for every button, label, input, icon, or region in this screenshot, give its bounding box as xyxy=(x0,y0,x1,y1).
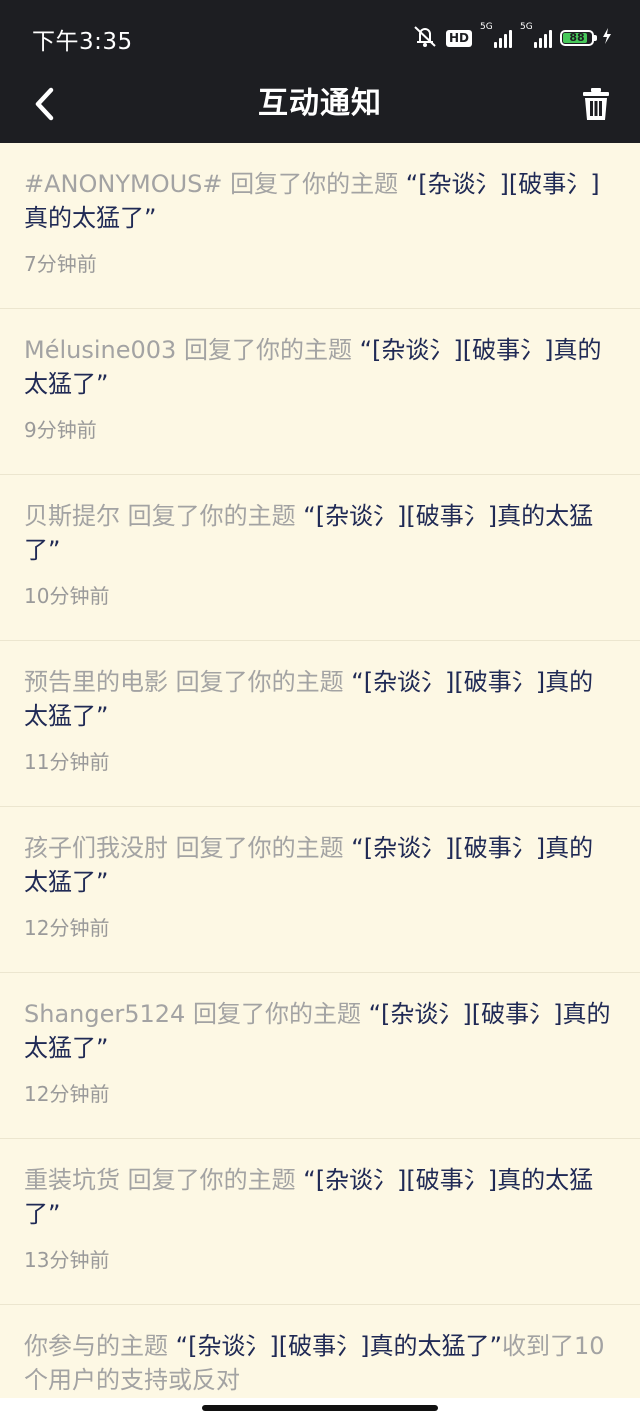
notification-action: 回复了你的主题 xyxy=(185,1000,369,1028)
mute-icon xyxy=(412,24,438,52)
notification-actor[interactable]: 重装坑货 xyxy=(24,1166,120,1194)
notification-time: 13分钟前 xyxy=(24,1248,110,1272)
battery-percent: 88 xyxy=(569,31,585,44)
status-icons: HD 5G 5G 88 xyxy=(412,23,612,52)
notification-action: 回复了你的主题 xyxy=(168,834,352,862)
notification-time: 7分钟前 xyxy=(24,252,97,276)
page-title: 互动通知 xyxy=(258,86,382,121)
home-indicator[interactable] xyxy=(0,1398,640,1422)
notification-time: 11分钟前 xyxy=(24,750,110,774)
header-bar: 互动通知 xyxy=(0,66,640,143)
network-type-2: 5G xyxy=(520,22,533,32)
notification-actor[interactable]: 预告里的电影 xyxy=(24,668,168,696)
notification-screen: 下午3:35 HD 5G 5G 88 互动通知 #ANONYMOUS# 回复了你… xyxy=(0,0,640,1422)
notification-text: 预告里的电影 回复了你的主题 “[杂谈氵][破事氵]真的太猛了” xyxy=(24,665,616,733)
notification-text: 贝斯提尔 回复了你的主题 “[杂谈氵][破事氵]真的太猛了” xyxy=(24,499,616,567)
notification-action: 回复了你的主题 xyxy=(222,170,406,198)
notification-actor[interactable]: #ANONYMOUS# xyxy=(24,170,223,198)
notification-actor: 你参与的主题 xyxy=(24,1332,176,1360)
notification-action: 回复了你的主题 xyxy=(120,1166,304,1194)
notification-text: #ANONYMOUS# 回复了你的主题 “[杂谈氵][破事氵]真的太猛了” xyxy=(24,167,616,235)
hd-voice-icon: HD xyxy=(445,29,472,47)
signal-icon-2: 5G xyxy=(520,23,552,48)
notification-list: #ANONYMOUS# 回复了你的主题 “[杂谈氵][破事氵]真的太猛了” 7分… xyxy=(0,143,640,1422)
notification-actor[interactable]: 孩子们我没肘 xyxy=(24,834,168,862)
delete-all-button[interactable] xyxy=(578,84,614,124)
notification-text: 你参与的主题 “[杂谈氵][破事氵]真的太猛了”收到了10个用户的支持或反对 xyxy=(24,1329,616,1397)
charging-icon xyxy=(602,28,612,48)
trash-icon xyxy=(583,88,609,120)
notification-actor[interactable]: 贝斯提尔 xyxy=(24,502,120,530)
status-time: 下午3:35 xyxy=(32,29,133,55)
notification-time: 12分钟前 xyxy=(24,1082,110,1106)
notification-action: 回复了你的主题 xyxy=(168,668,352,696)
network-type-1: 5G xyxy=(480,22,493,32)
notification-item[interactable]: 重装坑货 回复了你的主题 “[杂谈氵][破事氵]真的太猛了” 13分钟前 xyxy=(0,1139,640,1305)
notification-text: Shanger5124 回复了你的主题 “[杂谈氵][破事氵]真的太猛了” xyxy=(24,997,616,1065)
notification-item[interactable]: #ANONYMOUS# 回复了你的主题 “[杂谈氵][破事氵]真的太猛了” 7分… xyxy=(0,143,640,309)
notification-action: 回复了你的主题 xyxy=(120,502,304,530)
notification-item[interactable]: 贝斯提尔 回复了你的主题 “[杂谈氵][破事氵]真的太猛了” 10分钟前 xyxy=(0,475,640,641)
notification-topic[interactable]: “[杂谈氵][破事氵]真的太猛了” xyxy=(176,1332,502,1360)
notification-time: 9分钟前 xyxy=(24,418,97,442)
notification-actor[interactable]: Mélusine003 xyxy=(24,336,176,364)
notification-text: Mélusine003 回复了你的主题 “[杂谈氵][破事氵]真的太猛了” xyxy=(24,333,616,401)
notification-time: 10分钟前 xyxy=(24,584,110,608)
signal-icon: 5G xyxy=(480,23,512,48)
notification-text: 重装坑货 回复了你的主题 “[杂谈氵][破事氵]真的太猛了” xyxy=(24,1163,616,1231)
notification-item[interactable]: Shanger5124 回复了你的主题 “[杂谈氵][破事氵]真的太猛了” 12… xyxy=(0,973,640,1139)
notification-item[interactable]: 预告里的电影 回复了你的主题 “[杂谈氵][破事氵]真的太猛了” 11分钟前 xyxy=(0,641,640,807)
status-bar: 下午3:35 HD 5G 5G 88 xyxy=(0,0,640,66)
notification-action: 回复了你的主题 xyxy=(176,336,360,364)
home-indicator-bar[interactable] xyxy=(202,1405,438,1411)
notification-text: 孩子们我没肘 回复了你的主题 “[杂谈氵][破事氵]真的太猛了” xyxy=(24,831,616,899)
notification-time: 12分钟前 xyxy=(24,916,110,940)
battery-icon: 88 xyxy=(560,30,597,46)
notification-item[interactable]: Mélusine003 回复了你的主题 “[杂谈氵][破事氵]真的太猛了” 9分… xyxy=(0,309,640,475)
notification-actor[interactable]: Shanger5124 xyxy=(24,1000,185,1028)
notification-item[interactable]: 孩子们我没肘 回复了你的主题 “[杂谈氵][破事氵]真的太猛了” 12分钟前 xyxy=(0,807,640,973)
